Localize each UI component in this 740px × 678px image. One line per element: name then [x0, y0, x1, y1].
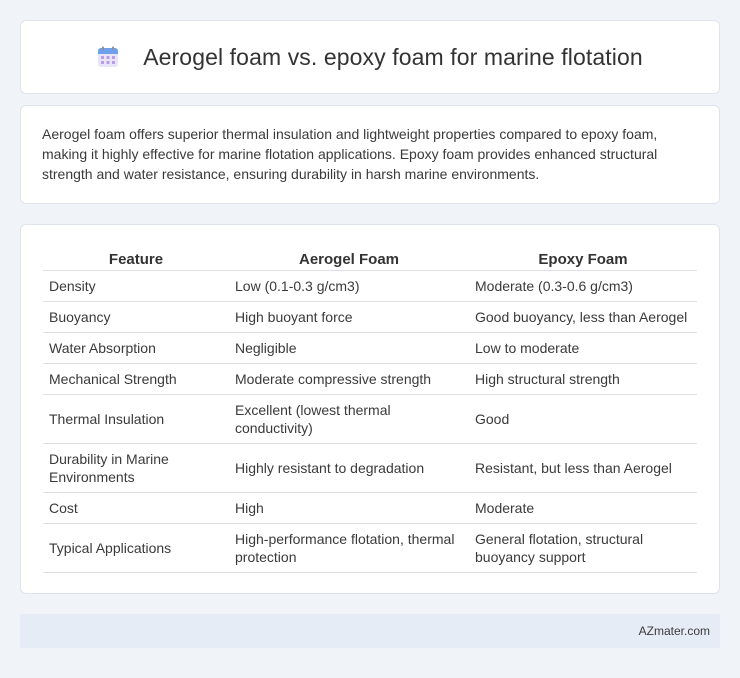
- epoxy-cell: High structural strength: [469, 363, 697, 395]
- epoxy-cell: Moderate: [469, 492, 697, 524]
- footer-site-name: AZmater.com: [638, 624, 710, 638]
- table-row: Water Absorption Negligible Low to moder…: [43, 332, 697, 364]
- feature-cell: Mechanical Strength: [43, 363, 229, 395]
- intro-paragraph: Aerogel foam offers superior thermal ins…: [42, 126, 658, 182]
- aerogel-cell: Excellent (lowest thermal conductivity): [229, 394, 469, 444]
- aerogel-cell: Highly resistant to degradation: [229, 443, 469, 493]
- footer: AZmater.com: [20, 614, 720, 648]
- page-title: Aerogel foam vs. epoxy foam for marine f…: [143, 43, 643, 70]
- epoxy-cell: Resistant, but less than Aerogel: [469, 443, 697, 493]
- epoxy-cell: General flotation, structural buoyancy s…: [469, 523, 697, 573]
- epoxy-cell: Good: [469, 394, 697, 444]
- table-row: Thermal Insulation Excellent (lowest the…: [43, 394, 697, 444]
- intro-card: Aerogel foam offers superior thermal ins…: [20, 105, 720, 204]
- aerogel-cell: Moderate compressive strength: [229, 363, 469, 395]
- feature-cell: Thermal Insulation: [43, 394, 229, 444]
- aerogel-cell: High: [229, 492, 469, 524]
- table-row: Density Low (0.1-0.3 g/cm3) Moderate (0.…: [43, 270, 697, 302]
- table-row: Cost High Moderate: [43, 492, 697, 524]
- feature-cell: Density: [43, 270, 229, 302]
- header-epoxy-foam: Epoxy Foam: [469, 246, 697, 271]
- aerogel-cell: High-performance flotation, thermal prot…: [229, 523, 469, 573]
- table-row: Mechanical Strength Moderate compressive…: [43, 363, 697, 395]
- aerogel-cell: Low (0.1-0.3 g/cm3): [229, 270, 469, 302]
- table-header-row: Feature Aerogel Foam Epoxy Foam: [43, 246, 697, 271]
- calendar-icon: [97, 46, 119, 68]
- table-row: Typical Applications High-performance fl…: [43, 523, 697, 573]
- header-aerogel-foam: Aerogel Foam: [229, 246, 469, 271]
- comparison-table: Feature Aerogel Foam Epoxy Foam Density …: [43, 246, 697, 573]
- feature-cell: Typical Applications: [43, 523, 229, 573]
- header-feature: Feature: [43, 246, 229, 271]
- aerogel-cell: High buoyant force: [229, 301, 469, 333]
- feature-cell: Durability in Marine Environments: [43, 443, 229, 493]
- table-row: Durability in Marine Environments Highly…: [43, 443, 697, 493]
- epoxy-cell: Moderate (0.3-0.6 g/cm3): [469, 270, 697, 302]
- title-card: Aerogel foam vs. epoxy foam for marine f…: [20, 20, 720, 94]
- epoxy-cell: Low to moderate: [469, 332, 697, 364]
- epoxy-cell: Good buoyancy, less than Aerogel: [469, 301, 697, 333]
- comparison-table-card: Feature Aerogel Foam Epoxy Foam Density …: [20, 224, 720, 594]
- feature-cell: Cost: [43, 492, 229, 524]
- table-row: Buoyancy High buoyant force Good buoyanc…: [43, 301, 697, 333]
- aerogel-cell: Negligible: [229, 332, 469, 364]
- feature-cell: Water Absorption: [43, 332, 229, 364]
- feature-cell: Buoyancy: [43, 301, 229, 333]
